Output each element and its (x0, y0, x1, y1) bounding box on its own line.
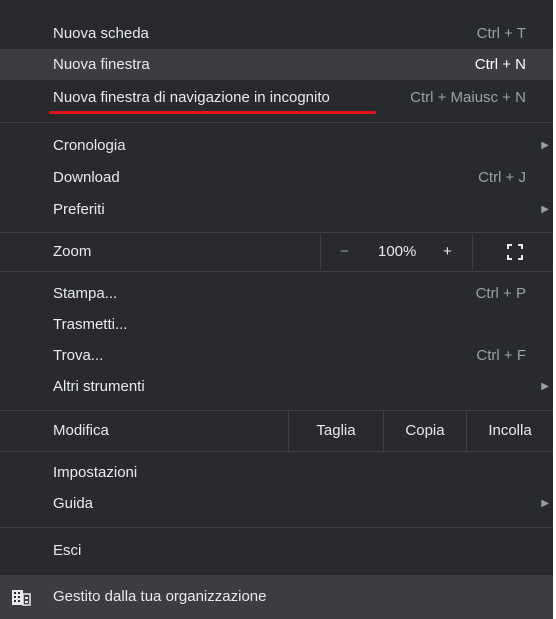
more-tools-label: Altri strumenti (53, 378, 145, 395)
menu-item-edit: Modifica Taglia Copia Incolla (0, 411, 553, 451)
managed-by-organization[interactable]: Gestito dalla tua organizzazione (0, 575, 553, 619)
menu-item-zoom: Zoom − 100% + (0, 234, 553, 270)
downloads-shortcut: Ctrl + J (478, 169, 526, 186)
divider (320, 234, 321, 270)
menu-item-settings[interactable]: Impostazioni (0, 457, 553, 488)
edit-label: Modifica (53, 422, 109, 439)
menu-item-downloads[interactable]: Download Ctrl + J (0, 162, 553, 193)
separator (0, 271, 553, 272)
zoom-level: 100% (378, 243, 417, 260)
menu-item-history[interactable]: Cronologia ▶ (0, 130, 553, 161)
new-tab-shortcut: Ctrl + T (476, 25, 526, 42)
zoom-label: Zoom (53, 243, 92, 260)
zoom-in-button[interactable]: + (443, 234, 452, 270)
exit-label: Esci (53, 542, 82, 559)
menu-item-more-tools[interactable]: Altri strumenti ▶ (0, 371, 553, 402)
downloads-label: Download (53, 169, 120, 186)
bookmarks-label: Preferiti (53, 201, 105, 218)
building-icon (11, 588, 31, 606)
history-label: Cronologia (53, 137, 126, 154)
menu-item-new-incognito-window[interactable]: Nuova finestra di navigazione in incogni… (0, 82, 553, 113)
print-shortcut: Ctrl + P (475, 285, 526, 302)
cast-label: Trasmetti... (53, 316, 128, 333)
menu-item-exit[interactable]: Esci (0, 535, 553, 566)
paste-button[interactable]: Incolla (467, 411, 553, 451)
copy-button[interactable]: Copia (384, 411, 466, 451)
menu-item-print[interactable]: Stampa... Ctrl + P (0, 278, 553, 309)
separator (0, 232, 553, 233)
menu-item-bookmarks[interactable]: Preferiti ▶ (0, 194, 553, 225)
footer-label: Gestito dalla tua organizzazione (53, 588, 267, 605)
submenu-arrow-icon: ▶ (541, 204, 549, 215)
new-window-label: Nuova finestra (53, 56, 150, 73)
help-label: Guida (53, 495, 94, 512)
settings-label: Impostazioni (53, 464, 138, 481)
submenu-arrow-icon: ▶ (541, 140, 549, 151)
find-label: Trova... (53, 347, 104, 364)
print-label: Stampa... (53, 285, 118, 302)
menu-item-new-window[interactable]: Nuova finestra Ctrl + N (0, 49, 553, 80)
incognito-label: Nuova finestra di navigazione in incogni… (53, 89, 330, 106)
fullscreen-icon[interactable] (507, 244, 523, 260)
submenu-arrow-icon: ▶ (541, 381, 549, 392)
new-window-shortcut: Ctrl + N (474, 56, 526, 73)
menu-item-help[interactable]: Guida ▶ (0, 488, 553, 519)
separator (0, 527, 553, 528)
submenu-arrow-icon: ▶ (541, 498, 549, 509)
incognito-shortcut: Ctrl + Maiusc + N (410, 89, 526, 106)
separator (0, 451, 553, 452)
find-shortcut: Ctrl + F (476, 347, 526, 364)
zoom-out-button[interactable]: − (340, 234, 349, 270)
red-underline-annotation (49, 111, 376, 114)
menu-item-cast[interactable]: Trasmetti... (0, 309, 553, 340)
separator (0, 122, 553, 123)
new-tab-label: Nuova scheda (53, 25, 149, 42)
chrome-main-menu: Nuova scheda Ctrl + T Nuova finestra Ctr… (0, 0, 553, 619)
menu-item-new-tab[interactable]: Nuova scheda Ctrl + T (0, 18, 553, 49)
cut-button[interactable]: Taglia (289, 411, 383, 451)
menu-item-find[interactable]: Trova... Ctrl + F (0, 340, 553, 371)
divider (472, 234, 473, 270)
